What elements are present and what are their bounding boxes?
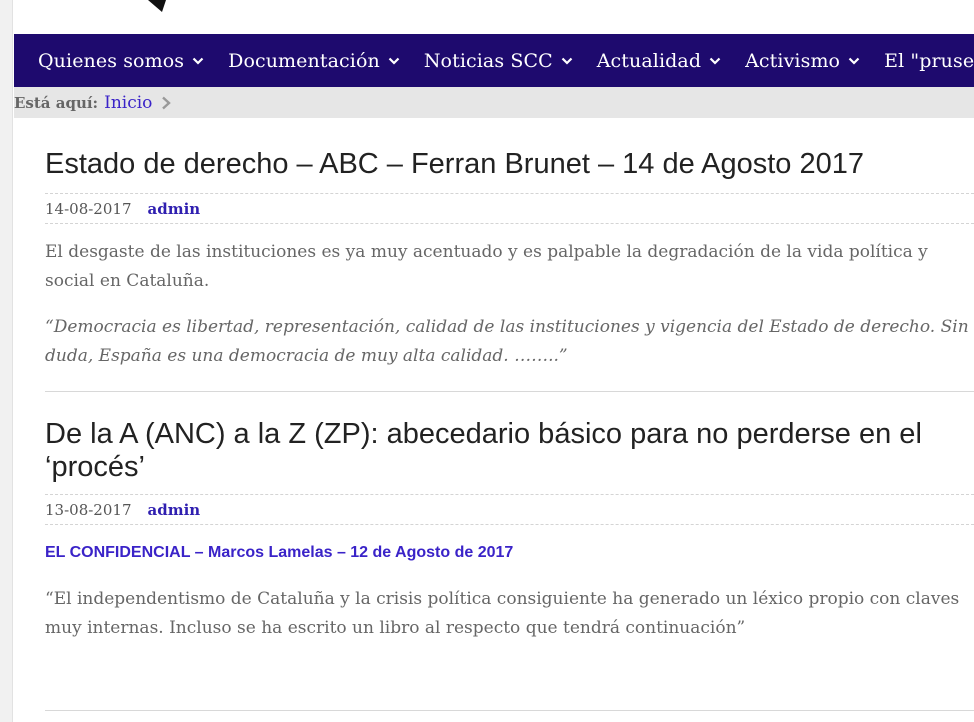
post-divider xyxy=(45,391,974,392)
breadcrumb-home-link[interactable]: Inicio xyxy=(104,93,152,113)
nav-item-noticias-scc[interactable]: Noticias SCC xyxy=(412,50,585,72)
nav-item-label: Quienes somos xyxy=(38,49,185,72)
chevron-down-icon xyxy=(561,57,573,65)
post-quote: “Democracia es libertad, representación,… xyxy=(45,317,969,366)
post-article: De la A (ANC) a la Z (ZP): abecedario bá… xyxy=(45,418,974,643)
header-strip xyxy=(0,0,974,34)
post-article: Estado de derecho – ABC – Ferran Brunet … xyxy=(45,148,974,371)
nav-item-label: El "pruses xyxy=(884,49,974,72)
nav-item-actualidad[interactable]: Actualidad xyxy=(585,50,733,72)
post-excerpt: El desgaste de las instituciones es ya m… xyxy=(45,242,928,291)
nav-item-quienes-somos[interactable]: Quienes somos xyxy=(14,50,216,72)
nav-item-activismo[interactable]: Activismo xyxy=(733,50,872,72)
logo-fragment-icon xyxy=(148,0,166,12)
nav-item-label: Activismo xyxy=(745,49,841,72)
nav-item-label: Noticias SCC xyxy=(423,49,553,72)
chevron-down-icon xyxy=(709,57,721,65)
chevron-down-icon xyxy=(848,57,860,65)
chevron-down-icon xyxy=(192,57,204,65)
breadcrumb: Está aquí: Inicio xyxy=(14,87,974,118)
source-article-link[interactable]: EL CONFIDENCIAL – Marcos Lamelas – 12 de… xyxy=(45,544,513,561)
post-date: 13-08-2017 xyxy=(45,500,132,519)
chevron-right-icon xyxy=(162,96,172,109)
post-meta: 14-08-2017 admin xyxy=(45,193,974,224)
main-navigation: Quienes somos Documentación Noticias SCC… xyxy=(14,34,974,87)
post-meta: 13-08-2017 admin xyxy=(45,494,974,525)
post-excerpt: “El independentismo de Cataluña y la cri… xyxy=(45,589,960,638)
post-title-link[interactable]: Estado de derecho – ABC – Ferran Brunet … xyxy=(45,148,974,181)
post-date: 14-08-2017 xyxy=(45,199,132,218)
post-title-link[interactable]: De la A (ANC) a la Z (ZP): abecedario bá… xyxy=(45,418,974,484)
post-divider xyxy=(45,710,974,711)
nav-item-documentacion[interactable]: Documentación xyxy=(216,50,412,72)
breadcrumb-label: Está aquí: xyxy=(14,93,99,112)
nav-item-el-pruses[interactable]: El "pruses xyxy=(872,50,974,72)
post-author-link[interactable]: admin xyxy=(147,200,200,218)
page-left-edge xyxy=(0,0,13,722)
nav-item-label: Actualidad xyxy=(596,49,702,72)
post-author-link[interactable]: admin xyxy=(147,501,200,519)
post-source-paragraph: EL CONFIDENCIAL – Marcos Lamelas – 12 de… xyxy=(45,538,974,567)
nav-item-label: Documentación xyxy=(228,49,380,72)
chevron-down-icon xyxy=(388,57,400,65)
